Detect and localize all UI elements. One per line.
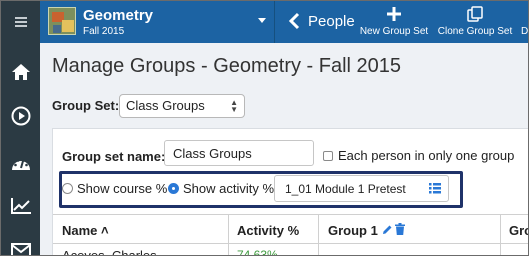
only-one-group-checkbox[interactable]	[323, 150, 333, 161]
column-divider	[318, 215, 319, 255]
overflow-label: D	[521, 26, 529, 37]
edit-pencil-icon[interactable]	[382, 223, 393, 238]
table-row-name[interactable]: Aceves, Charles	[62, 248, 157, 255]
course-dropdown-icon[interactable]	[258, 18, 266, 23]
show-course-label: Show course %	[77, 181, 168, 196]
home-icon[interactable]	[1, 57, 40, 87]
app-window: Geometry Fall 2015 People New Group Set …	[0, 0, 529, 256]
sort-asc-icon: ˄	[101, 223, 109, 238]
trend-icon[interactable]	[1, 191, 40, 221]
show-course-option[interactable]: Show course %	[62, 181, 167, 196]
plus-icon	[356, 5, 432, 23]
header-divider	[274, 1, 275, 43]
clone-icon	[436, 5, 514, 23]
column-header-name[interactable]: Name ˄	[62, 223, 109, 238]
menu-icon[interactable]	[1, 7, 40, 37]
top-bar: Geometry Fall 2015 People New Group Set …	[40, 1, 529, 43]
left-rail	[1, 1, 40, 255]
table-row-activity-pct: 74.63%	[237, 248, 278, 256]
only-one-group-option[interactable]: Each person in only one group	[323, 148, 514, 163]
group-set-panel: Group set name: Class Groups Each person…	[52, 128, 528, 256]
page-title: Manage Groups - Geometry - Fall 2015	[52, 55, 402, 77]
only-one-group-label: Each person in only one group	[338, 148, 515, 163]
overflow-button[interactable]: D	[521, 5, 529, 41]
new-group-set-button[interactable]: New Group Set	[356, 5, 432, 41]
show-course-radio[interactable]	[62, 183, 73, 194]
clone-group-set-label: Clone Group Set	[437, 26, 513, 37]
activity-select-value: 1_01 Module 1 Pretest	[285, 182, 406, 196]
trash-icon[interactable]	[394, 223, 405, 238]
select-arrows-icon: ▲ ▼	[230, 98, 238, 114]
table-header: Name ˄ Activity % Group 1 Gro	[53, 214, 528, 255]
group-set-select-value: Class Groups	[126, 98, 205, 113]
list-icon[interactable]	[429, 183, 441, 197]
course-thumbnail[interactable]	[48, 7, 76, 35]
clone-group-set-button[interactable]: Clone Group Set	[436, 5, 514, 41]
new-group-set-label: New Group Set	[359, 26, 429, 37]
back-chevron-icon[interactable]	[288, 12, 300, 35]
show-activity-option[interactable]: Show activity %	[168, 181, 274, 196]
course-term[interactable]: Fall 2015	[83, 26, 124, 37]
column-header-activity[interactable]: Activity %	[237, 223, 299, 238]
section-title[interactable]: People	[308, 13, 355, 30]
group-set-label: Group Set:	[52, 98, 120, 113]
group-set-name-label: Group set name:	[62, 149, 166, 164]
main-content: Manage Groups - Geometry - Fall 2015 Gro…	[40, 43, 528, 256]
show-activity-radio[interactable]	[168, 183, 179, 194]
group-set-name-input[interactable]: Class Groups	[164, 140, 314, 166]
column-header-group-2[interactable]: Gro	[509, 223, 528, 238]
column-divider	[500, 215, 501, 255]
course-title[interactable]: Geometry	[83, 7, 153, 24]
activity-select[interactable]: 1_01 Module 1 Pretest	[274, 175, 449, 202]
mail-icon[interactable]	[1, 235, 40, 255]
dashboard-icon[interactable]	[1, 149, 40, 179]
play-icon[interactable]	[1, 101, 40, 131]
show-activity-label: Show activity %	[183, 181, 275, 196]
column-header-group-1[interactable]: Group 1	[328, 223, 405, 238]
column-divider	[228, 215, 229, 255]
group-set-select[interactable]: Class Groups ▲ ▼	[119, 94, 245, 118]
